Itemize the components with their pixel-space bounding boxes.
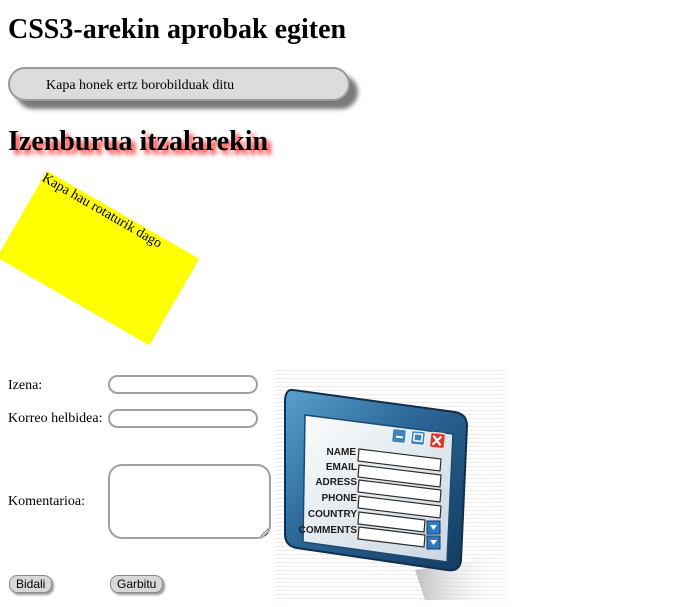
name-input[interactable] xyxy=(108,375,258,394)
rounded-corners-box: Kapa honek ertz borobilduak ditu xyxy=(8,67,350,101)
reset-button[interactable]: Garbitu xyxy=(110,575,163,593)
email-input[interactable] xyxy=(108,409,258,428)
field-phone-label: PHONE xyxy=(321,493,357,504)
field-email-label: EMAIL xyxy=(326,462,357,473)
comments-textarea[interactable] xyxy=(108,464,271,539)
shadow-heading: Izenburua itzalarekin xyxy=(8,126,269,157)
name-label: Izena: xyxy=(8,378,43,393)
form-window-icon: NAME EMAIL ADRESS PHONE COUNTRY COMMENTS xyxy=(275,370,507,600)
email-label: Korreo helbidea: xyxy=(8,411,103,426)
field-name-label: NAME xyxy=(327,447,357,458)
rotated-box-text: Kapa hau rotaturik dago xyxy=(39,170,165,252)
comments-label: Komentarioa: xyxy=(8,494,85,509)
field-adress-label: ADRESS xyxy=(315,477,357,488)
form-window-icon-graphic: NAME EMAIL ADRESS PHONE COUNTRY COMMENTS xyxy=(275,370,507,600)
page-title: CSS3-arekin aprobak egiten xyxy=(8,14,347,45)
submit-button[interactable]: Bidali xyxy=(9,575,52,593)
field-country-label: COUNTRY xyxy=(308,509,357,520)
field-comments-label: COMMENTS xyxy=(299,525,358,536)
rounded-box-text: Kapa honek ertz borobilduak ditu xyxy=(46,78,235,93)
rotated-box: Kapa hau rotaturik dago xyxy=(0,170,200,346)
